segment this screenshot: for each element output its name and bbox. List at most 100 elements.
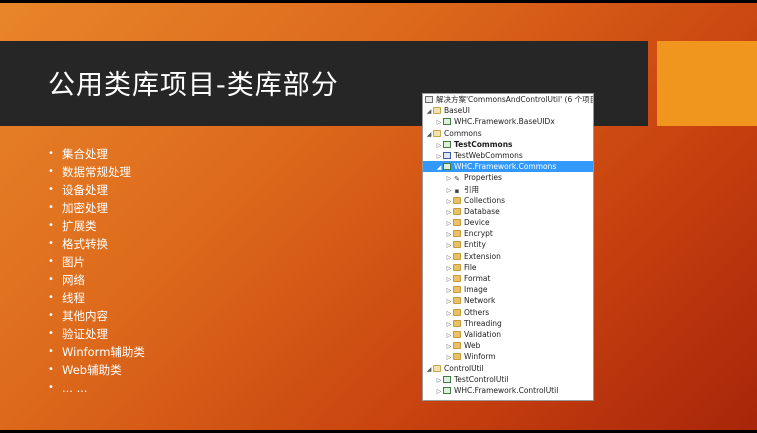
solution-node[interactable]: 解决方案'CommonsAndControlUtil' (6 个项目) — [423, 94, 593, 105]
folder-icon — [453, 263, 461, 271]
node-label: WHC.Framework.Commons — [454, 162, 557, 172]
bullet-item: 扩展类 — [48, 217, 145, 235]
solution-folder-icon — [433, 129, 441, 137]
solution-explorer: 解决方案'CommonsAndControlUtil' (6 个项目) ◢ Bas… — [422, 93, 594, 401]
node-label: Encrypt — [464, 229, 493, 239]
tree-node-folder[interactable]: ▷ Collections — [423, 195, 593, 206]
bullet-item: 网络 — [48, 271, 145, 289]
solution-icon — [425, 96, 433, 103]
tree-node-folder[interactable]: ▷ Network — [423, 295, 593, 306]
node-label: Entity — [464, 240, 486, 250]
slide-title: 公用类库项目-类库部分 — [48, 70, 339, 101]
tree-node-folder[interactable]: ▷ Device — [423, 217, 593, 228]
bullet-item: 集合处理 — [48, 145, 145, 163]
tree-node-framework-control-util[interactable]: ▷ WHC.Framework.ControlUtil — [423, 385, 593, 396]
wrench-icon: ✎ — [454, 175, 460, 184]
bullet-item: 其他内容 — [48, 307, 145, 325]
solution-label: 解决方案'CommonsAndControlUtil' (6 个项目) — [436, 95, 594, 104]
node-label: TestCommons — [454, 139, 513, 149]
tree-node-commons[interactable]: ◢ Commons — [423, 128, 593, 139]
tree-node-test-web-commons[interactable]: ▷ TestWebCommons — [423, 150, 593, 161]
tree-node-folder[interactable]: ▷ Threading — [423, 318, 593, 329]
node-label: BaseUI — [444, 106, 470, 116]
tree-node-test-control-util[interactable]: ▷ TestControlUtil — [423, 374, 593, 385]
project-icon — [443, 118, 451, 126]
bullet-item: 设备处理 — [48, 181, 145, 199]
folder-icon — [453, 252, 461, 260]
tree-node-folder[interactable]: ▷ Format — [423, 273, 593, 284]
node-label: Others — [464, 307, 490, 317]
tree-node-baseui-project[interactable]: ▷ WHC.Framework.BaseUIDx — [423, 116, 593, 127]
node-label: Commons — [444, 128, 482, 138]
folder-icon — [453, 275, 461, 282]
bullet-item: ... ... — [48, 379, 145, 397]
node-label: Device — [464, 218, 490, 228]
folder-icon — [453, 319, 461, 327]
node-label: Properties — [464, 173, 502, 183]
project-icon — [443, 375, 451, 383]
node-label: Collections — [464, 195, 506, 205]
folder-icon — [453, 230, 461, 238]
tree-node-folder[interactable]: ▷ Winform — [423, 351, 593, 362]
folder-icon — [453, 330, 461, 338]
tree-node-folder[interactable]: ▷ File — [423, 262, 593, 273]
tree-node-folder[interactable]: ▷ Database — [423, 206, 593, 217]
node-label: Format — [464, 274, 491, 283]
bullet-item: 图片 — [48, 253, 145, 271]
tree-node-folder[interactable]: ▷ Image — [423, 284, 593, 295]
node-label: Threading — [464, 318, 502, 328]
tree-node-test-commons[interactable]: ▷ TestCommons — [423, 139, 593, 150]
web-project-icon — [443, 151, 451, 159]
bullet-item: 数据常规处理 — [48, 163, 145, 181]
folder-icon — [453, 219, 461, 227]
node-label: Database — [464, 206, 500, 216]
project-icon — [443, 140, 451, 148]
folder-icon — [453, 241, 461, 249]
bullet-item: 线程 — [48, 289, 145, 307]
slide: 公用类库项目-类库部分 集合处理数据常规处理设备处理加密处理扩展类格式转换图片网… — [0, 3, 757, 430]
node-label: 引用 — [464, 184, 479, 194]
expand-arrow-icon[interactable]: ▷ — [435, 386, 443, 397]
node-label: Validation — [464, 329, 502, 339]
bullet-item: Winform辅助类 — [48, 343, 145, 361]
tree-node-controlutil[interactable]: ◢ ControlUtil — [423, 363, 593, 374]
folder-icon — [453, 353, 461, 361]
node-label: File — [464, 262, 477, 272]
node-label: TestControlUtil — [454, 374, 509, 384]
folder-icon — [453, 308, 461, 316]
bullet-item: 格式转换 — [48, 235, 145, 253]
bullet-item: 验证处理 — [48, 325, 145, 343]
node-label: Network — [464, 296, 496, 306]
project-icon — [443, 163, 451, 171]
solution-folder-icon — [433, 107, 441, 115]
bullet-item: 加密处理 — [48, 199, 145, 217]
tree-node-references[interactable]: ▷ ▪ 引用 — [423, 184, 593, 195]
node-label: Image — [464, 285, 488, 295]
tree-node-folder[interactable]: ▷ Extension — [423, 251, 593, 262]
references-icon: ▪ — [454, 186, 460, 195]
node-label: Extension — [464, 251, 501, 261]
project-icon — [443, 386, 451, 394]
node-label: Web — [464, 341, 481, 351]
title-accent — [657, 41, 757, 126]
folder-icon — [453, 207, 461, 215]
bullet-list: 集合处理数据常规处理设备处理加密处理扩展类格式转换图片网络线程其他内容验证处理W… — [48, 145, 145, 397]
node-label: WHC.Framework.ControlUtil — [454, 385, 559, 395]
tree-node-folder[interactable]: ▷ Validation — [423, 329, 593, 340]
node-label: TestWebCommons — [454, 150, 523, 160]
folder-icon — [453, 286, 461, 294]
tree-node-folder[interactable]: ▷ Others — [423, 307, 593, 318]
node-label: ControlUtil — [444, 363, 484, 373]
folder-icon — [453, 297, 461, 305]
node-label: WHC.Framework.BaseUIDx — [454, 117, 555, 127]
tree-node-folder[interactable]: ▷ Encrypt — [423, 228, 593, 239]
folder-icon — [453, 342, 461, 350]
tree-node-properties[interactable]: ▷ ✎ Properties — [423, 172, 593, 183]
tree-node-folder[interactable]: ▷ Entity — [423, 239, 593, 250]
solution-folder-icon — [433, 364, 441, 372]
tree-node-folder[interactable]: ▷ Web — [423, 340, 593, 351]
tree-node-framework-commons[interactable]: ◢ WHC.Framework.Commons — [423, 161, 593, 173]
folder-icon — [453, 196, 461, 204]
tree-node-baseui[interactable]: ◢ BaseUI — [423, 105, 593, 116]
bullet-item: Web辅助类 — [48, 361, 145, 379]
